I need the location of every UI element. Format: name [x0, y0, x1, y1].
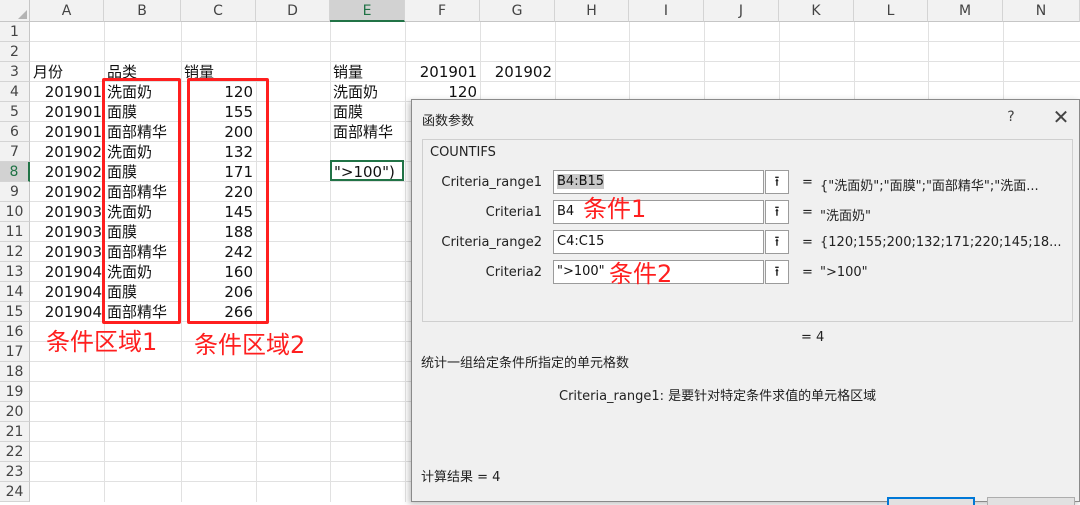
row-header[interactable]: 2	[0, 42, 30, 62]
calculation-result: 计算结果 = 4	[421, 470, 501, 485]
row-header[interactable]: 7	[0, 142, 30, 162]
equals-sign: =	[802, 235, 813, 250]
criteria-range2-input[interactable]: C4:C15	[553, 230, 764, 254]
equals-sign: =	[802, 175, 813, 190]
function-arguments-dialog: 函数参数 ? ✕ COUNTIFS Criteria_range1 B4:B15…	[411, 99, 1080, 505]
column-header-b[interactable]: B	[104, 0, 181, 22]
row-header[interactable]: 20	[0, 402, 30, 422]
row-header[interactable]: 13	[0, 262, 30, 282]
column-header-e[interactable]: E	[330, 0, 405, 22]
month-cell[interactable]: 201901	[30, 122, 102, 142]
row-header[interactable]: 3	[0, 62, 30, 82]
column-header-n[interactable]: N	[1003, 0, 1080, 22]
function-name: COUNTIFS	[428, 145, 498, 160]
row-header[interactable]: 1	[0, 22, 30, 42]
month-cell[interactable]: 201902	[30, 182, 102, 202]
criteria-range1-value: {"洗面奶";"面膜";"面部精华";"洗面...	[820, 179, 1039, 194]
collapse-dialog-icon[interactable]: ⭱	[765, 170, 789, 194]
summary-category-cell[interactable]: 面膜	[333, 102, 363, 122]
equals-sign: =	[802, 265, 813, 280]
row-header[interactable]: 15	[0, 302, 30, 322]
month-cell[interactable]: 201901	[30, 82, 102, 102]
row-header[interactable]: 12	[0, 242, 30, 262]
row-header[interactable]: 23	[0, 462, 30, 482]
criteria-range2-label: Criteria_range2	[441, 235, 542, 250]
row-header[interactable]: 5	[0, 102, 30, 122]
month-cell[interactable]: 201904	[30, 282, 102, 302]
row-header[interactable]: 24	[0, 482, 30, 502]
row-header[interactable]: 10	[0, 202, 30, 222]
criteria-range1-input[interactable]: B4:B15	[553, 170, 764, 194]
month-cell[interactable]: 201903	[30, 242, 102, 262]
annotation-label-cond1: 条件1	[583, 195, 647, 223]
column-header-m[interactable]: M	[928, 0, 1003, 22]
column-header-j[interactable]: J	[704, 0, 779, 22]
annotation-label-cond2: 条件2	[609, 260, 673, 288]
month-cell[interactable]: 201904	[30, 302, 102, 322]
column-header-d[interactable]: D	[256, 0, 330, 22]
active-cell-formula-text: ">100")	[334, 163, 395, 181]
month-cell[interactable]: 201903	[30, 202, 102, 222]
collapse-dialog-icon[interactable]: ⭱	[765, 260, 789, 284]
column-header-k[interactable]: K	[779, 0, 854, 22]
criteria1-label: Criteria1	[485, 205, 542, 220]
criteria-range2-value: {120;155;200;132;171;220;145;18...	[820, 235, 1062, 250]
annotation-label-region2: 条件区域2	[194, 331, 306, 359]
row-header[interactable]: 21	[0, 422, 30, 442]
row-header[interactable]: 14	[0, 282, 30, 302]
function-description: 统计一组给定条件所指定的单元格数	[421, 356, 630, 371]
criteria2-label: Criteria2	[485, 265, 542, 280]
grid-line	[30, 41, 1080, 42]
argument-help-text: Criteria_range1: 是要针对特定条件求值的单元格区域	[559, 389, 877, 404]
select-all-corner[interactable]	[0, 0, 30, 22]
row-header[interactable]: 16	[0, 322, 30, 342]
row-header[interactable]: 11	[0, 222, 30, 242]
column-header-a[interactable]: A	[30, 0, 104, 22]
row-header[interactable]: 9	[0, 182, 30, 202]
cancel-button[interactable]	[987, 497, 1075, 505]
column-header-i[interactable]: I	[629, 0, 704, 22]
annotation-label-region1: 条件区域1	[46, 328, 158, 356]
collapse-dialog-icon[interactable]: ⭱	[765, 200, 789, 224]
column-header-g[interactable]: G	[480, 0, 555, 22]
criteria-range1-label: Criteria_range1	[441, 175, 542, 190]
criteria-range1-input-text: B4:B15	[557, 174, 605, 189]
row-header[interactable]: 19	[0, 382, 30, 402]
header-cell-201902[interactable]: 201902	[480, 62, 552, 82]
row-header[interactable]: 18	[0, 362, 30, 382]
row-header[interactable]: 4	[0, 82, 30, 102]
annotation-box-criteria-range2	[187, 78, 269, 324]
grid-line	[330, 22, 331, 502]
summary-category-cell[interactable]: 面部精华	[333, 122, 393, 142]
row-header[interactable]: 17	[0, 342, 30, 362]
summary-category-cell[interactable]: 洗面奶	[333, 82, 378, 102]
month-cell[interactable]: 201902	[30, 142, 102, 162]
collapse-dialog-icon[interactable]: ⭱	[765, 230, 789, 254]
dialog-title: 函数参数	[422, 114, 475, 129]
ok-button[interactable]	[887, 497, 975, 505]
header-cell-sales-summary[interactable]: 销量	[333, 62, 363, 82]
column-header-l[interactable]: L	[854, 0, 928, 22]
month-cell[interactable]: 201901	[30, 102, 102, 122]
criteria2-value: ">100"	[820, 265, 868, 280]
overall-result: = 4	[801, 330, 825, 345]
equals-sign: =	[802, 205, 813, 220]
row-header[interactable]: 8	[0, 162, 30, 182]
help-icon[interactable]: ?	[1000, 106, 1022, 128]
header-cell-month[interactable]: 月份	[33, 62, 63, 82]
close-icon[interactable]: ✕	[1049, 106, 1073, 128]
column-header-f[interactable]: F	[405, 0, 480, 22]
month-cell[interactable]: 201903	[30, 222, 102, 242]
month-cell[interactable]: 201904	[30, 262, 102, 282]
column-header-h[interactable]: H	[555, 0, 629, 22]
header-cell-201901[interactable]: 201901	[405, 62, 477, 82]
column-header-c[interactable]: C	[181, 0, 256, 22]
row-header[interactable]: 22	[0, 442, 30, 462]
row-header[interactable]: 6	[0, 122, 30, 142]
month-cell[interactable]: 201902	[30, 162, 102, 182]
criteria1-value: "洗面奶"	[820, 209, 871, 224]
annotation-box-criteria-range1	[102, 78, 181, 324]
